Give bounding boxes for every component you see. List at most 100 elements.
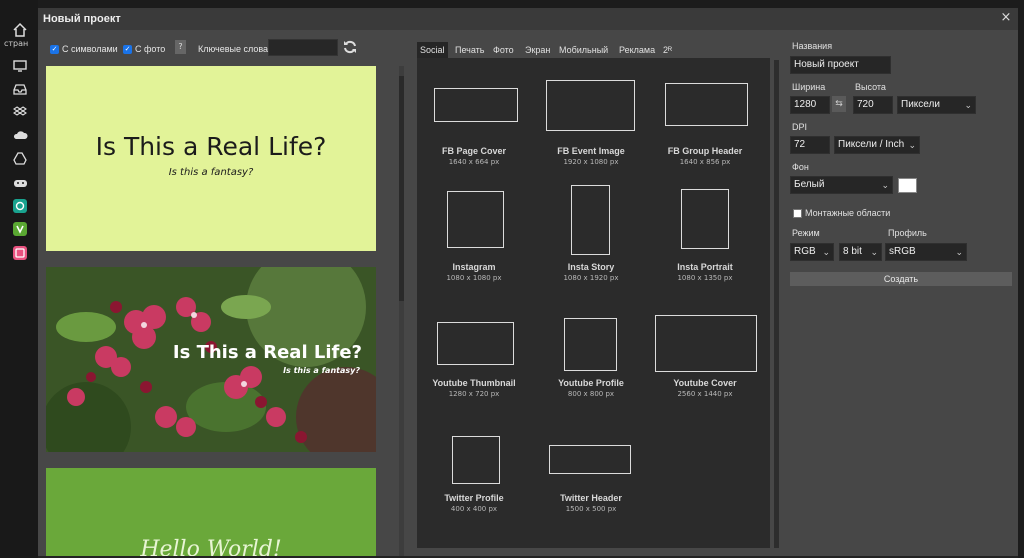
preset-dims: 800 x 800 px [567,390,615,398]
create-button[interactable]: Создать [790,272,1012,286]
keywords-input[interactable] [268,39,338,56]
teal-app-icon[interactable] [12,198,28,214]
template-subtitle: Is this a fantasy? [168,167,254,178]
template-title: Is This a Real Life? [95,132,327,161]
height-input[interactable]: 720 [853,96,893,114]
google-drive-icon[interactable] [12,150,28,166]
dropbox-icon[interactable] [12,104,28,120]
home-label: стран [4,39,29,48]
with-text-label: С символами [62,44,118,54]
mode-select[interactable]: RGB ⌄ [790,243,834,261]
profile-value: sRGB [889,246,916,257]
template-card[interactable]: Hello World! [46,468,376,556]
template-card[interactable]: Is This a Real Life? Is this a fantasy? [46,66,376,251]
new-project-dialog: Новый проект × ✓ С символами ✓ С фото ? … [38,8,1018,556]
tab-mobile[interactable]: Мобильный [559,42,608,58]
name-input[interactable]: Новый проект [790,56,891,74]
with-text-checkbox[interactable]: ✓ С символами [50,44,118,54]
tab-social[interactable]: Social [417,42,448,58]
preset-dims: 2560 x 1440 px [677,390,733,398]
tab-print[interactable]: Печать [455,42,484,58]
presets-panel: FB Page Cover 1640 x 664 px FB Event Ima… [417,58,770,548]
height-label: Высота [855,82,886,92]
help-button[interactable]: ? [175,40,186,54]
scrollbar-thumb[interactable] [399,76,404,301]
dialog-title: Новый проект [43,13,121,25]
preset-name: FB Page Cover [441,146,507,156]
preset-name: FB Group Header [667,146,743,156]
preset-dims: 1080 x 1920 px [563,274,619,282]
swap-dimensions-button[interactable]: ⇆ [832,96,846,112]
preset-dims: 1080 x 1350 px [677,274,733,282]
chevron-down-icon: ⌄ [955,247,963,257]
bg-label: Фон [792,162,809,172]
template-title: Is This a Real Life? [172,342,362,363]
bg-select[interactable]: Белый ⌄ [790,176,893,194]
preset-name: Twitter Header [560,493,622,503]
profile-label: Профиль [888,228,927,238]
tab-screen[interactable]: Экран [525,42,550,58]
dpi-label: DPI [792,122,808,132]
dpi-unit-select[interactable]: Пиксели / Inch ⌄ [834,136,920,154]
checkbox-checked-icon: ✓ [123,44,132,54]
cloud-icon[interactable] [12,127,28,143]
mode-label: Режим [792,228,820,238]
preset-name: Youtube Thumbnail [432,378,516,388]
preset-dims: 1500 x 500 px [565,505,617,513]
preset-name: Twitter Profile [444,493,504,503]
profile-select[interactable]: sRGB ⌄ [885,243,967,261]
dpi-unit-value: Пиксели / Inch [838,139,905,150]
chevron-down-icon: ⌄ [822,247,830,257]
refresh-icon[interactable] [343,40,357,54]
bit-depth-select[interactable]: 8 bit ⌄ [839,243,882,261]
mode-value: RGB [794,246,816,257]
template-card[interactable]: Is This a Real Life? Is this a fantasy? [46,267,376,452]
width-label: Ширина [792,82,826,92]
with-photo-checkbox[interactable]: ✓ С фото [123,44,165,54]
preset-dims: 1280 x 720 px [448,390,500,398]
keywords-label: Ключевые слова: [198,44,271,54]
tab-2r[interactable]: 2ᴿ [663,42,672,58]
name-label: Названия [792,41,833,51]
chevron-down-icon: ⌄ [964,100,972,110]
preset-dims: 1640 x 664 px [448,158,500,166]
chevron-down-icon: ⌄ [881,180,889,190]
gamepad-icon[interactable] [12,175,28,191]
pink-app-icon[interactable] [12,245,28,261]
preset-name: Youtube Cover [673,378,737,388]
preset-name: Insta Portrait [677,262,733,272]
unit-value: Пиксели [901,99,940,110]
unit-select[interactable]: Пиксели ⌄ [897,96,976,114]
preset-dims: 1640 x 856 px [679,158,731,166]
templates-list: Is This a Real Life? Is this a fantasy? [46,66,376,556]
dpi-input[interactable]: 72 [790,136,830,154]
template-subtitle: Is this a fantasy? [283,366,360,375]
preset-name: Youtube Profile [558,378,624,388]
preset-name: Instagram [452,262,496,272]
preset-name: Insta Story [567,262,615,272]
top-strip [38,0,1024,8]
preset-dims: 1080 x 1080 px [446,274,502,282]
app-sidebar: стран [0,0,38,558]
bits-value: 8 bit [843,246,862,257]
preset-name: FB Event Image [557,146,625,156]
artboards-checkbox[interactable] [793,209,802,218]
home-button[interactable]: стран [4,22,36,52]
right-edge [1018,0,1024,558]
templates-scrollbar[interactable] [399,66,404,556]
width-input[interactable]: 1280 [790,96,830,114]
monitor-icon[interactable] [12,58,28,74]
green-app-icon[interactable] [12,221,28,237]
inbox-icon[interactable] [12,81,28,97]
template-title: Hello World! [140,537,282,556]
tab-photo[interactable]: Фото [493,42,514,58]
presets-scrollbar[interactable] [774,60,779,548]
with-photo-label: С фото [135,44,166,54]
close-button[interactable]: × [998,10,1014,26]
tab-ads[interactable]: Реклама [619,42,655,58]
preset-dims: 1920 x 1080 px [563,158,619,166]
preset-dims: 400 x 400 px [450,505,498,513]
checkbox-checked-icon: ✓ [50,44,59,54]
bg-color-swatch[interactable] [898,178,917,193]
dialog-titlebar: Новый проект × [38,8,1018,30]
